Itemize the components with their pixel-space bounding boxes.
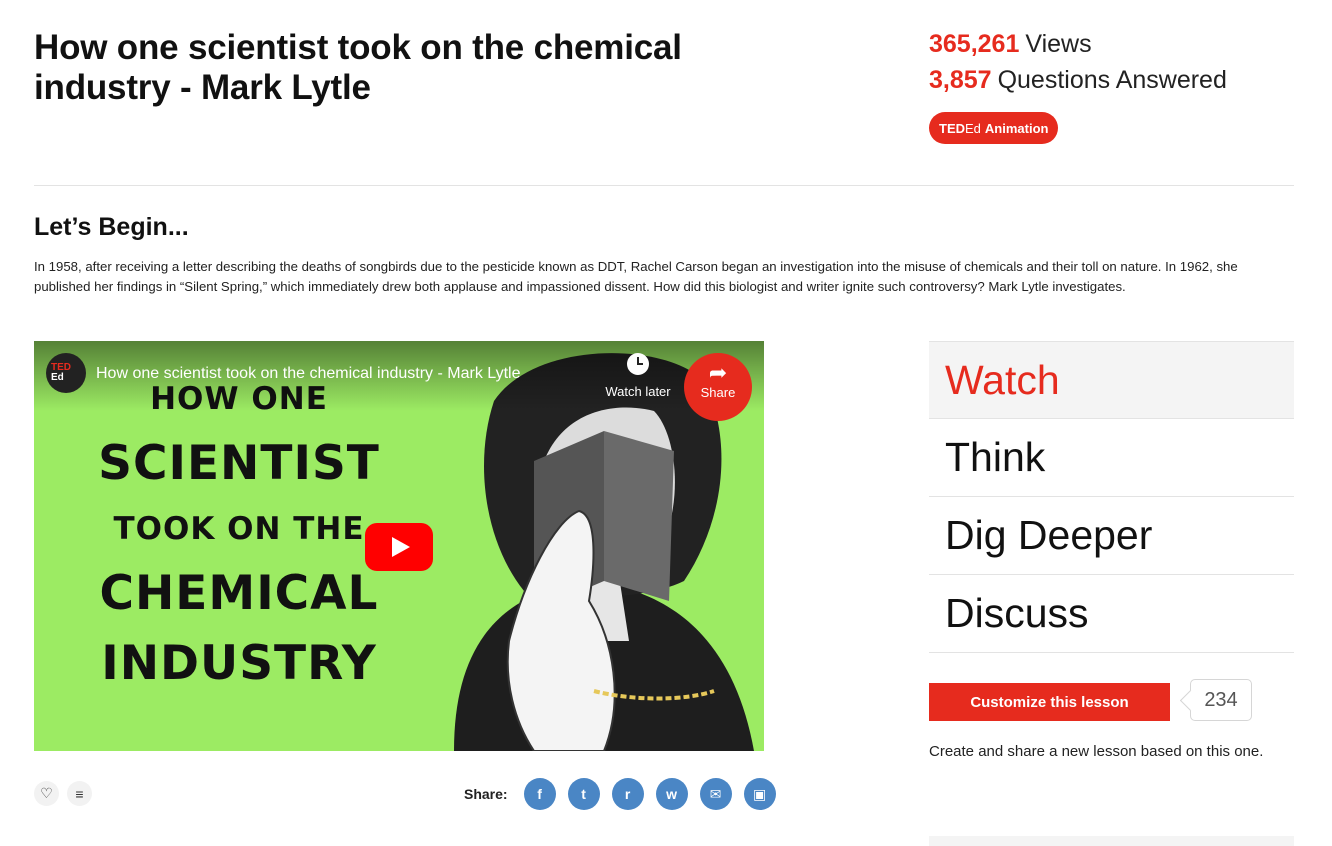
thumbnail-line: INDUSTRY xyxy=(101,636,377,691)
badge-ed: Ed xyxy=(965,120,981,136)
share-label: Share: xyxy=(464,786,508,802)
whatsapp-icon[interactable]: w xyxy=(655,778,688,810)
views-stat: 365,261 Views xyxy=(929,26,1227,62)
badge-ted: TED xyxy=(939,120,965,136)
video-share-button[interactable]: ➦ Share xyxy=(684,353,752,421)
video-player[interactable]: HOW ONE SCIENTIST TOOK ON THE CHEMICAL I… xyxy=(34,341,764,751)
video-share-label: Share xyxy=(700,385,736,400)
tab-think[interactable]: Think xyxy=(929,419,1294,497)
teded-animation-badge[interactable]: TED Ed Animation xyxy=(929,112,1059,144)
tab-dig-deeper[interactable]: Dig Deeper xyxy=(929,497,1294,575)
tab-discuss[interactable]: Discuss xyxy=(929,575,1294,653)
answered-count: 3,857 xyxy=(929,66,992,94)
lesson-stats: 365,261 Views 3,857 Questions Answered TED… xyxy=(929,26,1227,144)
header-divider xyxy=(34,185,1294,186)
video-actions: ♡ ≡ xyxy=(34,781,92,806)
embed-icon[interactable]: ▣ xyxy=(743,778,776,810)
sidebar-bottom-strip xyxy=(929,836,1294,846)
video-title[interactable]: How one scientist took on the chemical i… xyxy=(96,365,520,383)
watch-later-label: Watch later xyxy=(605,384,671,399)
email-icon[interactable]: ✉ xyxy=(699,778,732,810)
facebook-icon[interactable]: f xyxy=(523,778,556,810)
customize-count: 234 xyxy=(1190,679,1252,721)
lesson-description: In 1958, after receiving a letter descri… xyxy=(34,259,1238,294)
reddit-icon[interactable]: r xyxy=(611,778,644,810)
tab-watch[interactable]: Watch xyxy=(929,341,1294,419)
lesson-tabs: Watch Think Dig Deeper Discuss xyxy=(929,341,1294,653)
thumbnail-line: TOOK ON THE xyxy=(113,511,365,547)
answered-stat: 3,857 Questions Answered xyxy=(929,62,1227,98)
section-heading: Let’s Begin... xyxy=(34,213,189,241)
thumbnail-title: HOW ONE SCIENTIST TOOK ON THE CHEMICAL I… xyxy=(74,369,404,699)
share-arrow-icon: ➦ xyxy=(708,360,728,385)
channel-ed: Ed xyxy=(51,372,64,383)
answered-label: Questions Answered xyxy=(997,66,1227,94)
clock-icon xyxy=(627,353,649,375)
share-row: Share: f t r w ✉ ▣ xyxy=(464,778,776,810)
customize-lesson-button[interactable]: Customize this lesson xyxy=(929,683,1170,721)
heart-icon[interactable]: ♡ xyxy=(34,781,59,806)
page-title: How one scientist took on the chemical i… xyxy=(34,28,682,107)
views-label: Views xyxy=(1025,30,1092,58)
thumbnail-line: CHEMICAL xyxy=(99,566,379,621)
channel-avatar[interactable]: TED Ed xyxy=(46,353,86,393)
add-to-playlist-icon[interactable]: ≡ xyxy=(67,781,92,806)
twitter-icon[interactable]: t xyxy=(567,778,600,810)
customize-description: Create and share a new lesson based on t… xyxy=(929,743,1264,760)
thumbnail-line: SCIENTIST xyxy=(98,436,380,491)
play-button[interactable] xyxy=(365,523,433,571)
watch-later-button[interactable]: Watch later xyxy=(600,353,676,399)
badge-label: Animation xyxy=(984,120,1049,136)
views-count: 365,261 xyxy=(929,30,1020,58)
